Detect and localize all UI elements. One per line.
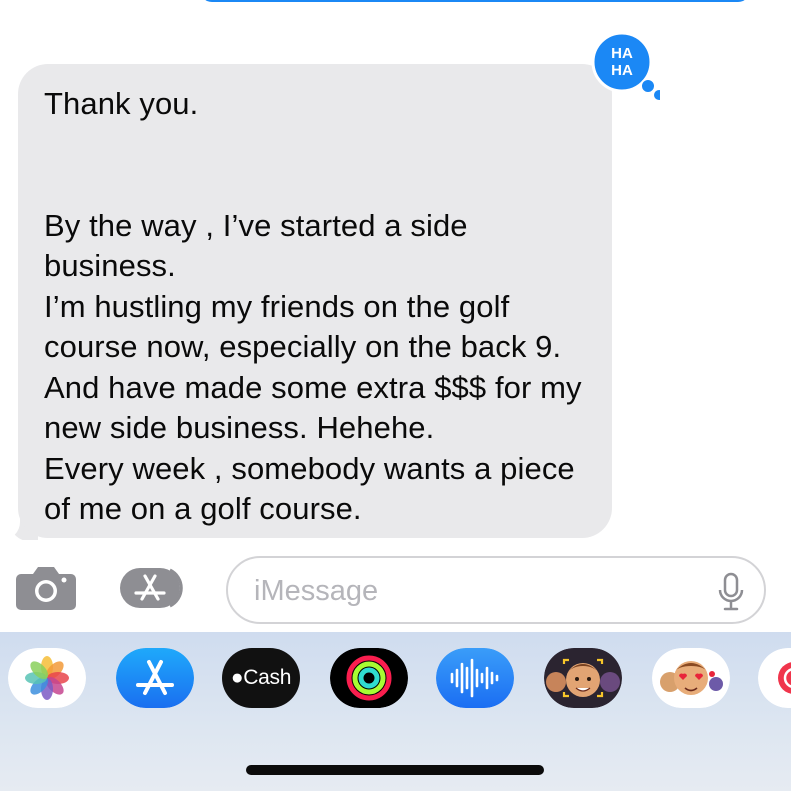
activity-icon[interactable] <box>330 648 408 708</box>
memoji-icon[interactable] <box>544 648 622 708</box>
memoji-stickers-icon[interactable] <box>652 648 730 708</box>
message-text: Thank you. By the way , I’ve started a s… <box>44 86 582 526</box>
camera-icon[interactable] <box>15 564 77 612</box>
audio-message-icon[interactable] <box>436 648 514 708</box>
home-indicator[interactable] <box>246 765 544 775</box>
apple-logo-icon: ● <box>230 666 244 689</box>
imessage-input-field[interactable] <box>226 556 766 624</box>
svg-text:HA: HA <box>611 45 633 62</box>
app-store-icon[interactable] <box>116 648 194 708</box>
haha-tapback-icon[interactable]: HA HA <box>590 22 660 102</box>
imessage-app-drawer: ●Cash <box>0 632 791 791</box>
message-composer <box>0 540 791 632</box>
svg-text:HA: HA <box>611 62 633 79</box>
previous-sent-message <box>200 0 750 2</box>
app-store-toggle-icon[interactable] <box>118 566 194 610</box>
more-app-icon[interactable] <box>758 648 791 708</box>
photos-icon[interactable] <box>8 648 86 708</box>
message-text-input[interactable] <box>252 568 696 614</box>
microphone-icon[interactable] <box>716 572 746 612</box>
received-message-bubble[interactable]: Thank you. By the way , I’ve started a s… <box>18 64 612 538</box>
apple-cash-icon[interactable]: ●Cash <box>222 648 300 708</box>
